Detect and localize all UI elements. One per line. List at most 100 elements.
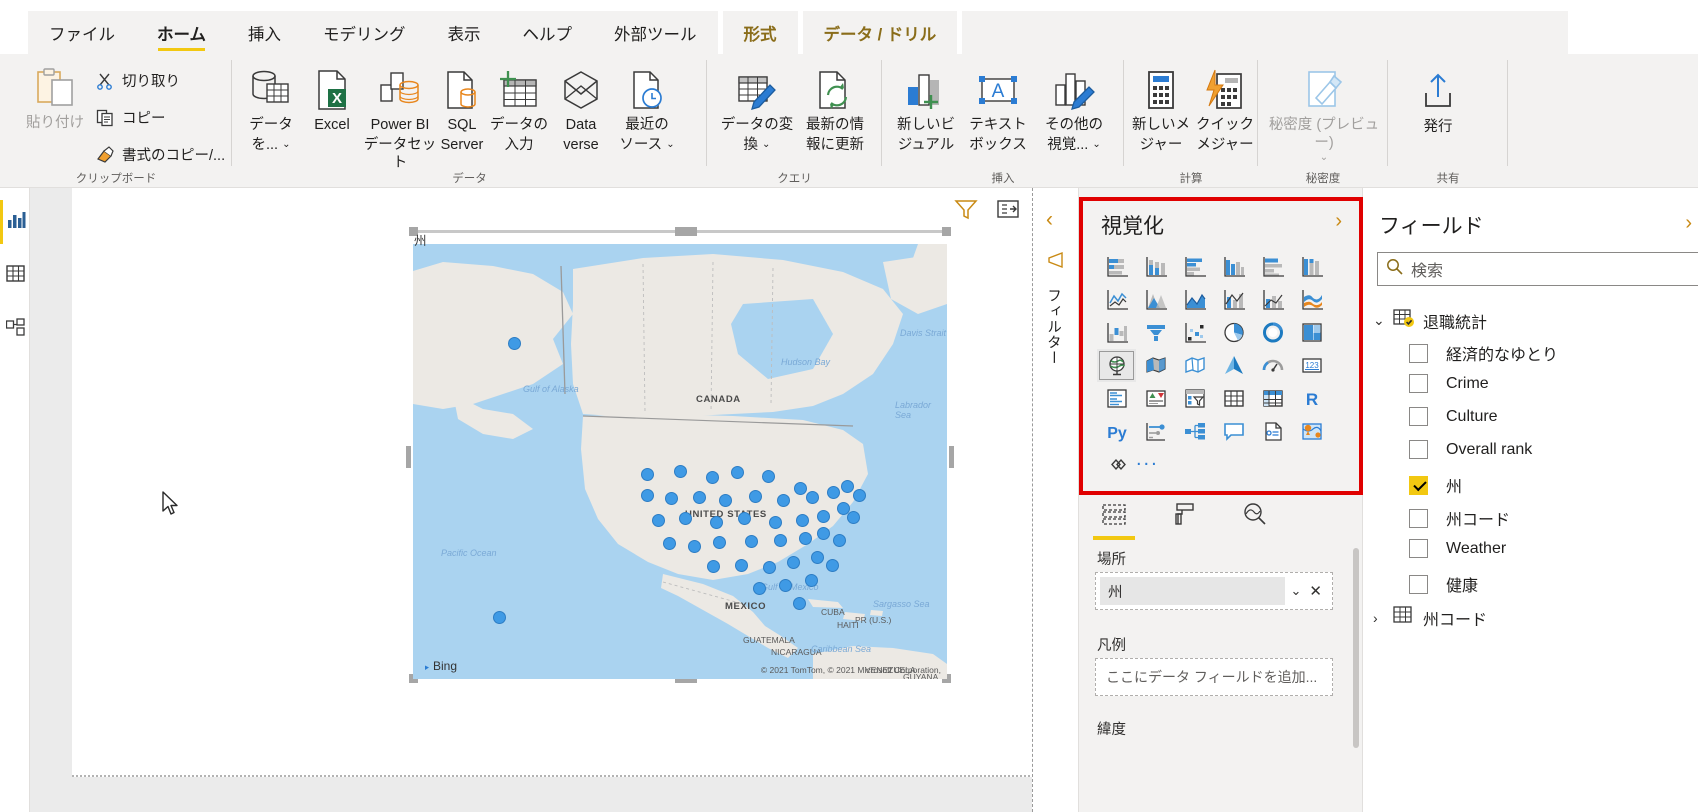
field-row[interactable]: 州コード bbox=[1409, 506, 1510, 530]
fields-table-1[interactable]: › 州コード bbox=[1373, 605, 1487, 630]
field-checkbox[interactable] bbox=[1409, 374, 1428, 393]
map-data-point[interactable] bbox=[853, 489, 866, 502]
line-clustered-column-chart-icon[interactable] bbox=[1253, 283, 1292, 316]
map-data-point[interactable] bbox=[787, 556, 800, 569]
ribbon-tab-8[interactable]: データ / ドリル bbox=[802, 11, 958, 54]
data-button-5[interactable]: Data verse bbox=[552, 66, 610, 154]
chevron-down-icon[interactable]: ⌄ bbox=[666, 139, 674, 150]
map-data-point[interactable] bbox=[774, 534, 787, 547]
search-input[interactable]: 検索 bbox=[1377, 252, 1698, 286]
field-checkbox[interactable] bbox=[1409, 539, 1428, 558]
ribbon-chart-icon[interactable] bbox=[1292, 283, 1331, 316]
python-visual-icon[interactable]: Py bbox=[1097, 415, 1136, 448]
map-data-point[interactable] bbox=[693, 491, 706, 504]
map-data-point[interactable] bbox=[762, 470, 775, 483]
map-data-point[interactable] bbox=[799, 532, 812, 545]
data-button-2[interactable]: Power BI データセット bbox=[360, 66, 440, 172]
clustered-bar-chart-icon[interactable] bbox=[1175, 250, 1214, 283]
data-button-4[interactable]: データの 入力 bbox=[490, 66, 548, 154]
stacked-area-chart-icon[interactable] bbox=[1175, 283, 1214, 316]
funnel-chart-icon[interactable] bbox=[1136, 316, 1175, 349]
publish-button[interactable]: 発行 bbox=[1398, 68, 1478, 136]
map-data-point[interactable] bbox=[817, 510, 830, 523]
map-data-point[interactable] bbox=[811, 551, 824, 564]
field-checkbox[interactable] bbox=[1409, 343, 1428, 363]
map-data-point[interactable] bbox=[663, 537, 676, 550]
map-data-point[interactable] bbox=[641, 489, 654, 502]
chevron-right-icon[interactable]: › bbox=[1373, 610, 1387, 626]
treemap-icon[interactable] bbox=[1292, 316, 1331, 349]
decomposition-tree-icon[interactable] bbox=[1175, 415, 1214, 448]
ribbon-tab-5[interactable]: ヘルプ bbox=[501, 11, 594, 54]
chevron-down-icon[interactable]: ⌄ bbox=[282, 139, 290, 150]
map-data-point[interactable] bbox=[706, 471, 719, 484]
field-row[interactable]: 健康 bbox=[1409, 572, 1478, 596]
ribbon-tab-3[interactable]: モデリング bbox=[302, 11, 427, 54]
get-more-visuals-icon[interactable] bbox=[1097, 448, 1136, 481]
line-stacked-column-chart-icon[interactable] bbox=[1214, 283, 1253, 316]
fields-table-0[interactable]: ⌄ 退職統計 bbox=[1373, 308, 1487, 333]
close-icon[interactable]: ✕ bbox=[1309, 582, 1322, 600]
field-checkbox[interactable] bbox=[1409, 407, 1428, 426]
visualizations-pane-scrollbar[interactable] bbox=[1353, 548, 1359, 748]
chevron-right-icon[interactable]: › bbox=[1335, 210, 1342, 233]
resize-handle-right[interactable] bbox=[949, 446, 954, 468]
chevron-down-icon[interactable]: ⌄ bbox=[1291, 583, 1302, 599]
ribbon-tab-0[interactable]: ファイル bbox=[28, 11, 136, 54]
matrix-icon[interactable] bbox=[1253, 382, 1292, 415]
query-button-1[interactable]: 最新の情 報に更新 bbox=[797, 66, 873, 154]
kpi-icon[interactable] bbox=[1136, 382, 1175, 415]
map-data-point[interactable] bbox=[641, 468, 654, 481]
more-visual-types-button[interactable]: ... bbox=[1136, 448, 1159, 471]
map-data-point[interactable] bbox=[817, 527, 830, 540]
map-data-point[interactable] bbox=[794, 482, 807, 495]
copy-button[interactable]: コピー bbox=[92, 107, 166, 128]
map-data-point[interactable] bbox=[745, 535, 758, 548]
field-checkbox[interactable] bbox=[1409, 440, 1428, 459]
table-icon[interactable] bbox=[1214, 382, 1253, 415]
map-data-point[interactable] bbox=[735, 559, 748, 572]
map-data-point[interactable] bbox=[777, 494, 790, 507]
map-data-point[interactable] bbox=[841, 480, 854, 493]
qna-icon[interactable] bbox=[1214, 415, 1253, 448]
insert-button-2[interactable]: その他の 視覚... ⌄ bbox=[1034, 66, 1114, 154]
map-data-point[interactable] bbox=[779, 579, 792, 592]
data-button-1[interactable]: X Excel bbox=[304, 66, 360, 134]
map-data-point[interactable] bbox=[707, 560, 720, 573]
map-data-point[interactable] bbox=[710, 516, 723, 529]
map-data-point[interactable] bbox=[738, 512, 751, 525]
map-data-point[interactable] bbox=[796, 514, 809, 527]
tab-analytics[interactable] bbox=[1219, 498, 1289, 544]
ribbon-tab-2[interactable]: 挿入 bbox=[227, 11, 303, 54]
filters-pane-collapsed[interactable]: ‹ フィルター bbox=[1032, 188, 1078, 812]
map-surface[interactable]: CANADA UNITED STATES MEXICO GUATEMALA NICARA… bbox=[413, 244, 947, 679]
map-data-point[interactable] bbox=[688, 540, 701, 553]
focus-mode-icon[interactable] bbox=[996, 198, 1020, 225]
map-data-point[interactable] bbox=[665, 492, 678, 505]
field-row[interactable]: Overall rank bbox=[1409, 440, 1532, 459]
calculations-button-0[interactable]: 新しいメ ジャー bbox=[1130, 66, 1192, 154]
waterfall-chart-icon[interactable] bbox=[1097, 316, 1136, 349]
resize-handle-top-right[interactable] bbox=[942, 227, 951, 236]
map-data-point[interactable] bbox=[805, 574, 818, 587]
100-stacked-column-chart-icon[interactable] bbox=[1292, 250, 1331, 283]
field-row[interactable]: Weather bbox=[1409, 539, 1506, 558]
map-data-point[interactable] bbox=[827, 486, 840, 499]
well-legend[interactable]: ここにデータ フィールドを追加... bbox=[1095, 658, 1333, 696]
filled-map-icon[interactable] bbox=[1136, 349, 1175, 382]
ribbon-tab-1[interactable]: ホーム bbox=[136, 11, 228, 54]
map-data-point[interactable] bbox=[793, 597, 806, 610]
insert-button-1[interactable]: A テキスト ボックス bbox=[964, 66, 1032, 154]
data-button-3[interactable]: SQL Server bbox=[432, 66, 492, 154]
map-data-point[interactable] bbox=[753, 582, 766, 595]
map-visual[interactable]: 州 CANADA UNITED STATES MEXICO GUATEMALA … bbox=[406, 222, 954, 683]
r-script-visual-icon[interactable]: R bbox=[1292, 382, 1331, 415]
stacked-column-chart-icon[interactable] bbox=[1136, 250, 1175, 283]
map-data-point[interactable] bbox=[493, 611, 506, 624]
chevron-down-icon[interactable]: ⌄ bbox=[1092, 139, 1100, 150]
pie-chart-icon[interactable] bbox=[1214, 316, 1253, 349]
shape-map-icon[interactable] bbox=[1175, 349, 1214, 382]
tab-format[interactable] bbox=[1149, 498, 1219, 544]
map-data-point[interactable] bbox=[719, 494, 732, 507]
field-checkbox[interactable] bbox=[1409, 574, 1428, 594]
